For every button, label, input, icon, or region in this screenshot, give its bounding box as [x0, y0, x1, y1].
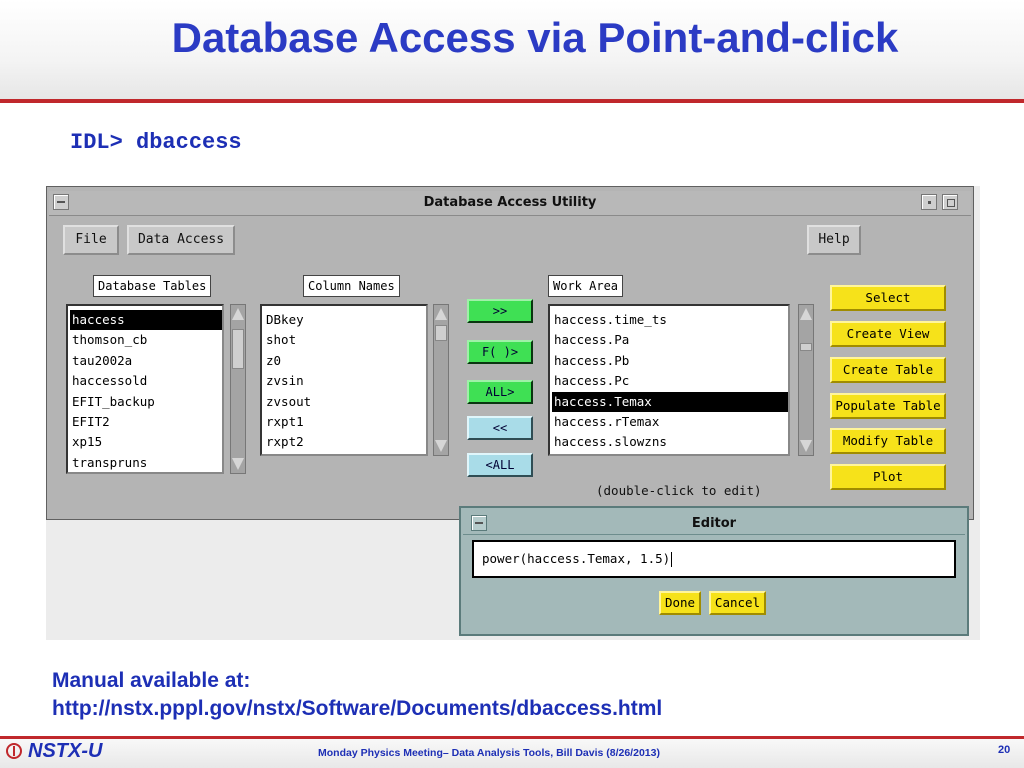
manual-label: Manual available at: — [52, 669, 251, 692]
create-view-button[interactable]: Create View — [830, 321, 946, 347]
file-menu-button[interactable]: File — [63, 225, 119, 255]
idl-command: IDL> dbaccess — [70, 130, 242, 155]
table-list-item[interactable]: xp15 — [70, 432, 222, 452]
column-list-item[interactable]: shot — [264, 330, 426, 350]
column-names-label: Column Names — [303, 275, 400, 297]
work-area-list-item[interactable]: haccess.Pc — [552, 371, 788, 391]
add-function-button[interactable]: F( )> — [467, 340, 533, 364]
work-area-list-item[interactable]: haccess.slowzns — [552, 432, 788, 452]
scroll-down-arrow-icon[interactable] — [232, 458, 244, 470]
plot-button[interactable]: Plot — [830, 464, 946, 490]
work-area-list-item[interactable]: haccess.Temax — [552, 391, 788, 412]
table-list-item[interactable]: tau2002a — [70, 351, 222, 371]
select-button[interactable]: Select — [830, 285, 946, 311]
tables-scrollbar[interactable] — [230, 304, 246, 474]
nstx-logo-icon — [6, 743, 22, 759]
scroll-up-arrow-icon[interactable] — [232, 308, 244, 320]
modify-table-button[interactable]: Modify Table — [830, 428, 946, 454]
maximize-icon[interactable] — [942, 194, 958, 210]
expression-input[interactable]: power(haccess.Temax, 1.5) — [472, 540, 956, 578]
work-area-label: Work Area — [548, 275, 624, 297]
table-list-item[interactable]: haccess — [70, 310, 222, 331]
text-cursor-icon — [671, 552, 673, 567]
window-titlebar[interactable]: Database Access Utility — [49, 191, 971, 216]
scroll-thumb[interactable] — [800, 343, 812, 351]
cancel-button[interactable]: Cancel — [709, 591, 766, 615]
scroll-thumb[interactable] — [435, 325, 447, 341]
create-table-button[interactable]: Create Table — [830, 357, 946, 383]
column-list-item[interactable]: DBkey — [264, 310, 426, 330]
footer-logo: NSTX-U — [28, 740, 103, 762]
column-list-item[interactable]: rxpt1 — [264, 412, 426, 432]
work-area-list-item[interactable]: haccess.Pb — [552, 351, 788, 371]
populate-table-button[interactable]: Populate Table — [830, 393, 946, 419]
manual-note: Manual available at: http://nstx.pppl.go… — [52, 667, 662, 723]
editor-titlebar[interactable]: Editor — [463, 512, 965, 535]
table-list-item[interactable]: transpruns — [70, 453, 222, 473]
table-list-item[interactable]: thomson_cb — [70, 330, 222, 350]
help-menu-button[interactable]: Help — [807, 225, 861, 255]
scroll-up-arrow-icon[interactable] — [435, 308, 447, 320]
database-tables-label: Database Tables — [93, 275, 212, 297]
work-area-list-item[interactable]: haccess.rTemax — [552, 412, 788, 432]
slide-title: Database Access via Point-and-click — [171, 14, 899, 61]
data-access-menu-button[interactable]: Data Access — [127, 225, 235, 255]
window-title: Database Access Utility — [423, 195, 597, 210]
columns-scrollbar[interactable] — [433, 304, 449, 456]
done-button[interactable]: Done — [659, 591, 701, 615]
work-area-list-item[interactable]: haccess.time_ts — [552, 310, 788, 330]
editor-title: Editor — [691, 516, 737, 531]
database-tables-list[interactable]: haccess thomson_cb tau2002a haccessold EFIT_… — [66, 304, 224, 474]
column-names-list[interactable]: DBkey shot z0 zvsin zvsout rxpt1 rxpt2 — [260, 304, 428, 456]
work-area-list[interactable]: haccess.time_ts haccess.Pa haccess.Pb hacce… — [548, 304, 790, 456]
footer-divider — [0, 736, 1024, 739]
table-list-item[interactable]: EFIT_backup — [70, 392, 222, 412]
scroll-down-arrow-icon[interactable] — [435, 440, 447, 452]
page-number: 20 — [998, 744, 1011, 756]
table-list-item[interactable]: EFIT2 — [70, 412, 222, 432]
column-list-item[interactable]: rxpt2 — [264, 432, 426, 452]
add-column-button[interactable]: >> — [467, 299, 533, 323]
remove-column-button[interactable]: << — [467, 416, 533, 440]
manual-url[interactable]: http://nstx.pppl.gov/nstx/Software/Docum… — [52, 695, 662, 723]
scroll-down-arrow-icon[interactable] — [800, 440, 812, 452]
expression-value: power(haccess.Temax, 1.5) — [482, 551, 671, 566]
column-list-item[interactable]: zvsin — [264, 371, 426, 391]
remove-all-button[interactable]: <ALL — [467, 453, 533, 477]
scroll-up-arrow-icon[interactable] — [800, 308, 812, 320]
header-divider — [0, 99, 1024, 103]
add-all-button[interactable]: ALL> — [467, 380, 533, 404]
work-area-scrollbar[interactable] — [798, 304, 814, 456]
scroll-thumb[interactable] — [232, 329, 244, 369]
minimize-icon[interactable] — [921, 194, 937, 210]
work-area-list-item[interactable]: haccess.Pa — [552, 330, 788, 350]
edit-hint: (double-click to edit) — [596, 483, 762, 498]
column-list-item[interactable]: z0 — [264, 351, 426, 371]
column-list-item[interactable]: zvsout — [264, 392, 426, 412]
table-list-item[interactable]: haccessold — [70, 371, 222, 391]
footer-text: Monday Physics Meeting– Data Analysis To… — [318, 747, 660, 759]
